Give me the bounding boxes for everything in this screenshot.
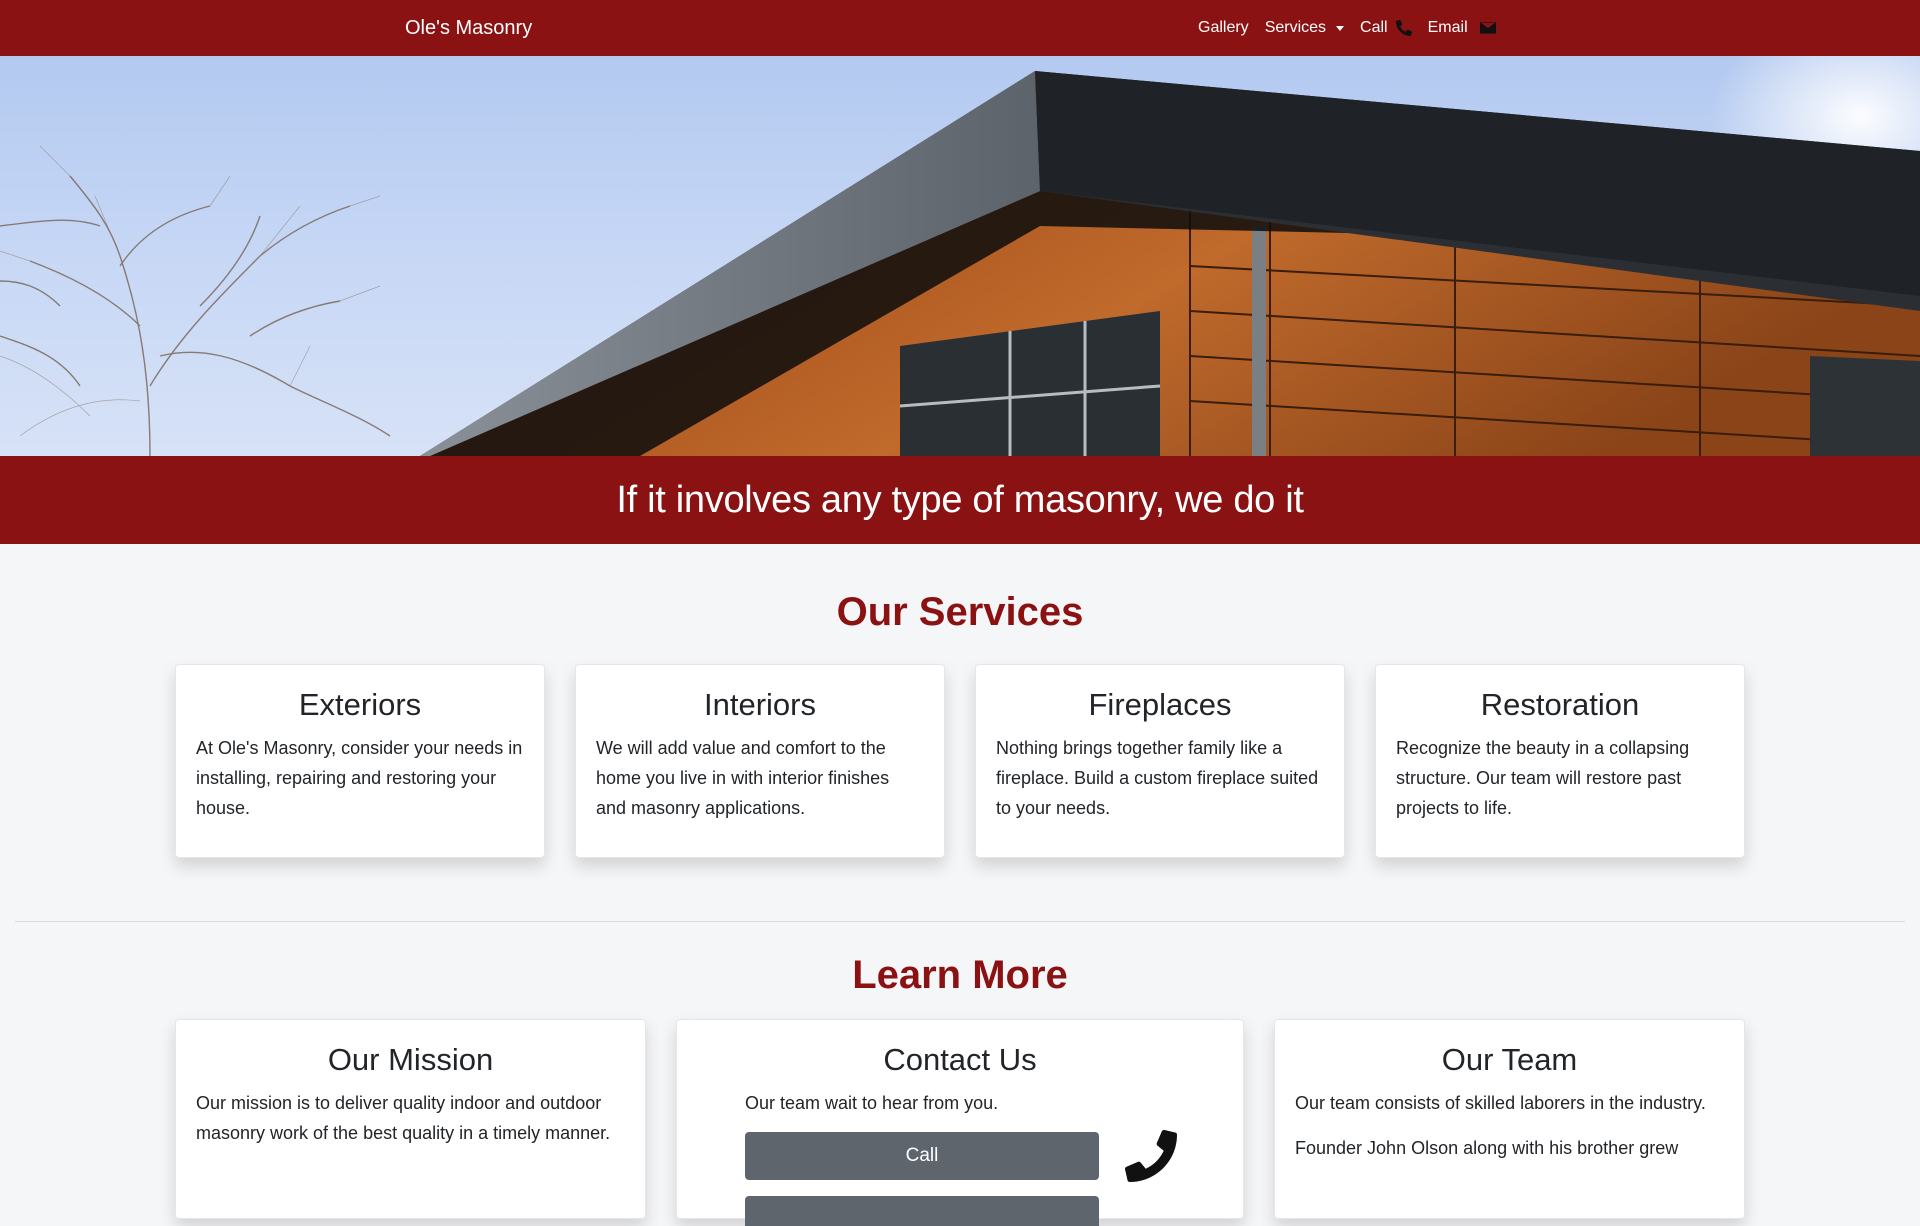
tagline-banner: If it involves any type of masonry, we d… xyxy=(0,456,1920,544)
service-card-fireplaces: Fireplaces Nothing brings together famil… xyxy=(975,664,1345,858)
service-card-exteriors: Exteriors At Ole's Masonry, consider you… xyxy=(175,664,545,858)
nav-gallery-label: Gallery xyxy=(1198,19,1249,36)
services-heading: Our Services xyxy=(836,590,1084,634)
brand-link[interactable]: Ole's Masonry xyxy=(405,0,532,56)
service-card-title: Exteriors xyxy=(298,687,422,722)
nav-call-link[interactable]: Call xyxy=(1360,19,1412,37)
service-card-title: Restoration xyxy=(1480,687,1640,722)
mission-card: Our Mission Our mission is to deliver qu… xyxy=(175,1019,646,1219)
navbar: Ole's Masonry Gallery Services Call Emai… xyxy=(0,0,1920,56)
service-card-text: We will add value and comfort to the hom… xyxy=(596,738,890,818)
service-card-interiors: Interiors We will add value and comfort … xyxy=(575,664,945,858)
service-card-title: Interiors xyxy=(704,687,816,722)
tagline-heading: If it involves any type of masonry, we d… xyxy=(616,478,1304,521)
mission-title: Our Mission xyxy=(327,1042,494,1077)
team-title: Our Team xyxy=(1441,1042,1578,1077)
section-divider xyxy=(15,921,1905,922)
contact-title: Contact Us xyxy=(883,1042,1037,1077)
building-illustration xyxy=(0,56,1920,456)
team-text: Our team consists of skilled laborers in… xyxy=(1295,1093,1706,1113)
envelope-icon xyxy=(1479,22,1496,34)
contact-email-button[interactable] xyxy=(745,1196,1099,1226)
caret-down-icon xyxy=(1336,25,1345,31)
hero-image xyxy=(0,56,1920,456)
nav-call-label: Call xyxy=(1360,19,1388,36)
service-card-text: Recognize the beauty in a collapsing str… xyxy=(1396,738,1690,818)
contact-call-button[interactable]: Call xyxy=(745,1132,1099,1180)
learn-more-heading: Learn More xyxy=(852,953,1068,997)
team-text-founder: Founder John Olson along with his brothe… xyxy=(1295,1138,1679,1158)
contact-text: Our team wait to hear from you. xyxy=(745,1093,999,1113)
phone-icon[interactable] xyxy=(1125,1130,1177,1182)
nav-email-label: Email xyxy=(1427,19,1468,36)
service-card-text: Nothing brings together family like a fi… xyxy=(996,738,1319,818)
team-card: Our Team Our team consists of skilled la… xyxy=(1274,1019,1745,1219)
nav-email-link[interactable]: Email xyxy=(1428,19,1496,37)
service-card-text: At Ole's Masonry, consider your needs in… xyxy=(196,738,523,818)
nav-links: Gallery Services Call Email xyxy=(1198,0,1496,56)
contact-card: Contact Us Our team wait to hear from yo… xyxy=(676,1019,1244,1226)
nav-services-dropdown[interactable]: Services xyxy=(1264,19,1345,37)
service-card-restoration: Restoration Recognize the beauty in a co… xyxy=(1375,664,1745,858)
phone-icon xyxy=(1395,20,1412,36)
service-card-title: Fireplaces xyxy=(1088,687,1232,722)
nav-gallery-link[interactable]: Gallery xyxy=(1198,19,1249,37)
nav-services-label: Services xyxy=(1264,19,1327,36)
mission-text: Our mission is to deliver quality indoor… xyxy=(196,1093,611,1143)
